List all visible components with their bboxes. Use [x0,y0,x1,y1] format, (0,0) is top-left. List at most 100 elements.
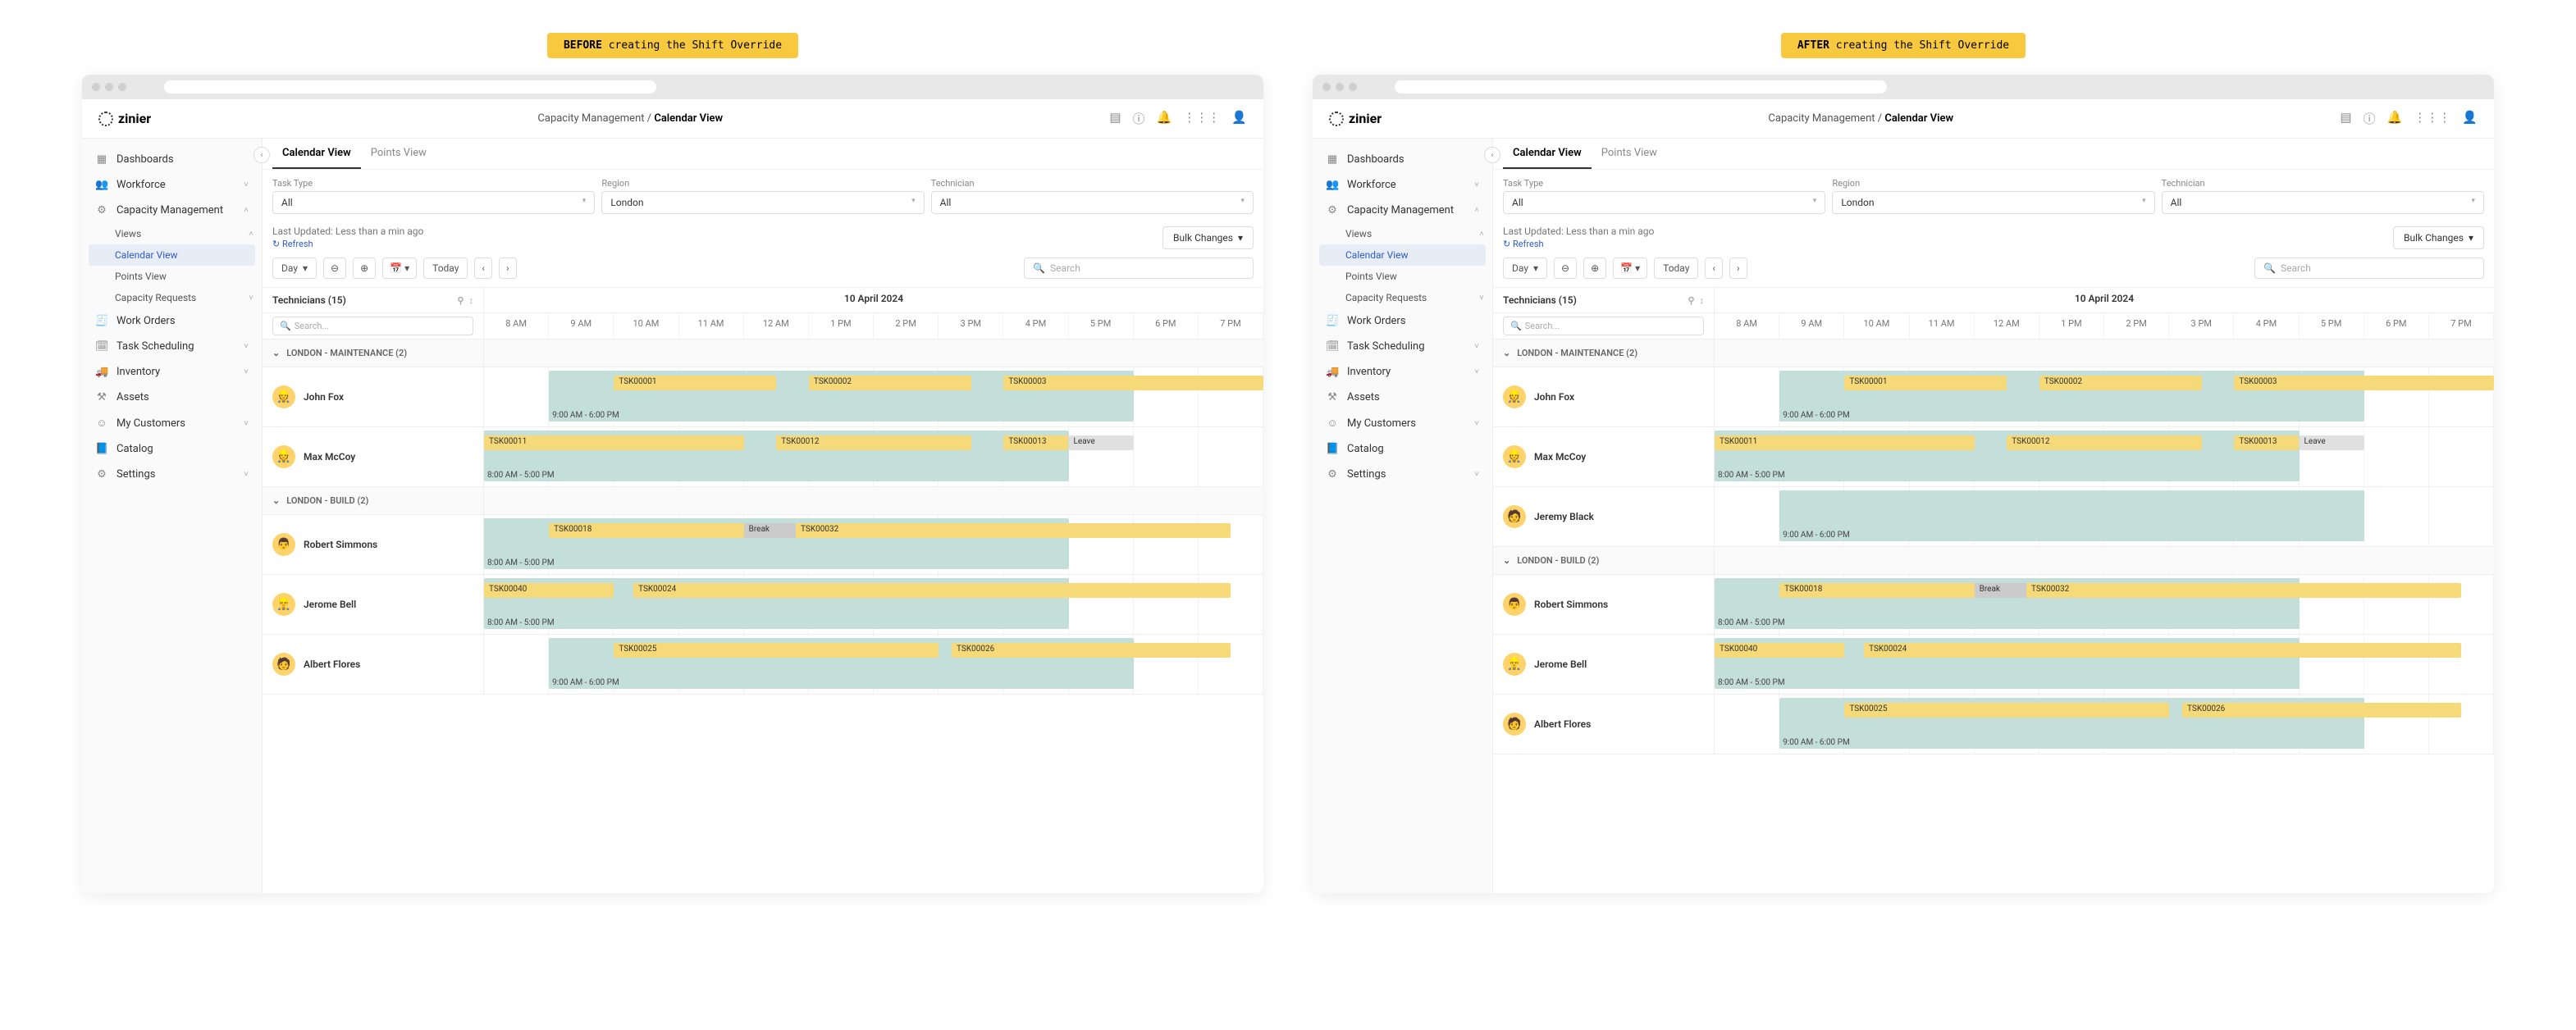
sidebar-item2-1[interactable]: 🗓 Task Scheduling ˅ [82,334,262,359]
sidebar-item2-6[interactable]: ⚙ Settings ˅ [82,462,262,487]
task-block[interactable]: Break [744,523,796,538]
timeline[interactable]: 9:00 AM - 6:00 PM [1715,487,2494,546]
sidebar-item2-4[interactable]: ☺ My Customers ˅ [1313,410,1492,436]
profile-icon[interactable]: 👤 [2462,110,2478,127]
task-block[interactable]: TSK00011 [484,435,744,450]
sidebar-item-2[interactable]: ⚙ Capacity Management ˄ [82,198,262,223]
bell-icon[interactable]: 🔔 [2387,110,2403,127]
sidebar-sub-2[interactable]: Points View [1313,266,1492,287]
chat-icon[interactable]: ▤ [1109,110,1121,127]
tech-info[interactable]: 👷 John Fox [263,367,484,426]
zoom-out-button[interactable]: ⊖ [1554,258,1577,279]
bulk-changes-button[interactable]: Bulk Changes ▾ [2393,226,2484,249]
profile-icon[interactable]: 👤 [1231,110,1247,127]
sidebar-sub-0[interactable]: Views ˄ [1313,223,1492,244]
sidebar-collapse-button[interactable]: ‹ [253,147,270,163]
bulk-changes-button[interactable]: Bulk Changes ▾ [1162,226,1254,249]
breadcrumb-parent[interactable]: Capacity Management [537,112,644,125]
sidebar-item2-2[interactable]: 🚚 Inventory ˅ [82,359,262,385]
prev-button[interactable]: ‹ [474,258,492,279]
shift-block[interactable]: 9:00 AM - 6:00 PM [1779,490,2364,541]
bell-icon[interactable]: 🔔 [1157,110,1172,127]
task-block[interactable]: Leave [1069,435,1134,450]
tech-info[interactable]: 👷 Max McCoy [1493,427,1715,486]
task-block[interactable]: TSK00003 [2234,376,2494,390]
logo[interactable]: zinier [1329,111,1382,126]
apps-icon[interactable]: ⋮⋮⋮ [1183,110,1220,127]
zoom-out-button[interactable]: ⊖ [323,258,346,279]
filter-select-1[interactable]: London ▾ [601,191,924,214]
refresh-link[interactable]: ↻ Refresh [272,239,313,249]
task-block[interactable]: TSK00025 [1844,703,2169,718]
sidebar-sub-2[interactable]: Points View [82,266,262,287]
sidebar-item2-3[interactable]: ⚒ Assets [1313,385,1492,410]
bulb-icon[interactable]: ⓘ [2364,110,2376,127]
today-button[interactable]: Today [423,258,468,279]
task-block[interactable]: TSK00012 [776,435,971,450]
tech-info[interactable]: 👷‍♂️ Jerome Bell [263,575,484,634]
task-block[interactable]: TSK00003 [1003,376,1263,390]
date-picker-button[interactable]: 📅 ▾ [382,258,417,279]
sidebar-item-1[interactable]: 👥 Workforce ˅ [82,172,262,198]
sidebar-item2-4[interactable]: ☺ My Customers ˅ [82,410,262,436]
task-block[interactable]: TSK00002 [2039,376,2202,390]
sidebar-item2-0[interactable]: 🧾 Work Orders [82,308,262,334]
tech-info[interactable]: 🧑 Albert Flores [263,635,484,694]
logo[interactable]: zinier [98,111,151,126]
task-block[interactable]: TSK00040 [484,583,614,598]
tech-info[interactable]: 👷 John Fox [1493,367,1715,426]
task-block[interactable]: TSK00018 [1779,583,1975,598]
group-label[interactable]: ⌄ LONDON - BUILD (2) [263,487,484,514]
sidebar-item2-5[interactable]: 📘 Catalog [1313,436,1492,462]
task-block[interactable]: TSK00011 [1715,435,1975,450]
filter-select-2[interactable]: All ▾ [931,191,1254,214]
task-block[interactable]: TSK00001 [1844,376,2007,390]
sort-icon[interactable]: ↕ [1700,295,1705,306]
day-select[interactable]: Day ▾ [1503,258,1547,279]
sidebar-item2-1[interactable]: 🗓 Task Scheduling ˅ [1313,334,1492,359]
sidebar-item-0[interactable]: ▦ Dashboards [1313,147,1492,172]
tab-0[interactable]: Calendar View [272,139,361,169]
group-label[interactable]: ⌄ LONDON - MAINTENANCE (2) [263,340,484,367]
tech-info[interactable]: 👷 Max McCoy [263,427,484,486]
filter-select-1[interactable]: London ▾ [1832,191,2154,214]
url-bar[interactable] [1395,80,1887,93]
task-block[interactable]: TSK00025 [614,643,939,658]
tech-search-input[interactable]: 🔍 Search... [272,317,473,335]
task-block[interactable]: TSK00026 [2182,703,2461,718]
sidebar-item-2[interactable]: ⚙ Capacity Management ˄ [1313,198,1492,223]
task-block[interactable]: TSK00032 [2026,583,2461,598]
sidebar-collapse-button[interactable]: ‹ [1484,147,1500,163]
task-block[interactable]: TSK00024 [633,583,1231,598]
task-block[interactable]: TSK00002 [809,376,971,390]
next-button[interactable]: › [499,258,517,279]
filter-select-2[interactable]: All ▾ [2162,191,2484,214]
tech-info[interactable]: 👨 Robert Simmons [263,515,484,574]
timeline[interactable]: 8:00 AM - 5:00 PM TSK00011TSK00012TSK000… [484,427,1263,486]
timeline[interactable]: 8:00 AM - 5:00 PM TSK00040TSK00024 [484,575,1263,634]
apps-icon[interactable]: ⋮⋮⋮ [2414,110,2450,127]
tech-info[interactable]: 🧑 Albert Flores [1493,695,1715,754]
tech-search-input[interactable]: 🔍 Search... [1503,317,1704,335]
filter-icon[interactable]: ⚲ [457,295,464,306]
task-block[interactable]: TSK00024 [1864,643,2461,658]
sidebar-sub-1[interactable]: Calendar View [1319,244,1486,266]
timeline[interactable]: 9:00 AM - 6:00 PM TSK00001TSK00002TSK000… [484,367,1263,426]
tab-0[interactable]: Calendar View [1503,139,1592,169]
zoom-in-button[interactable]: ⊕ [353,258,376,279]
tech-info[interactable]: 🧑 Jeremy Black [1493,487,1715,546]
refresh-link[interactable]: ↻ Refresh [1503,239,1544,249]
sidebar-item-0[interactable]: ▦ Dashboards [82,147,262,172]
day-select[interactable]: Day ▾ [272,258,317,279]
tech-info[interactable]: 👷‍♂️ Jerome Bell [1493,635,1715,694]
task-block[interactable]: TSK00013 [1003,435,1068,450]
timeline[interactable]: 8:00 AM - 5:00 PM TSK00011TSK00012TSK000… [1715,427,2494,486]
breadcrumb-parent[interactable]: Capacity Management [1768,112,1875,125]
filter-icon[interactable]: ⚲ [1688,295,1694,306]
task-block[interactable]: TSK00012 [2007,435,2202,450]
group-label[interactable]: ⌄ LONDON - BUILD (2) [1493,547,1715,574]
sidebar-item-1[interactable]: 👥 Workforce ˅ [1313,172,1492,198]
task-block[interactable]: TSK00032 [796,523,1231,538]
tab-1[interactable]: Points View [1592,139,1667,169]
tab-1[interactable]: Points View [361,139,436,169]
